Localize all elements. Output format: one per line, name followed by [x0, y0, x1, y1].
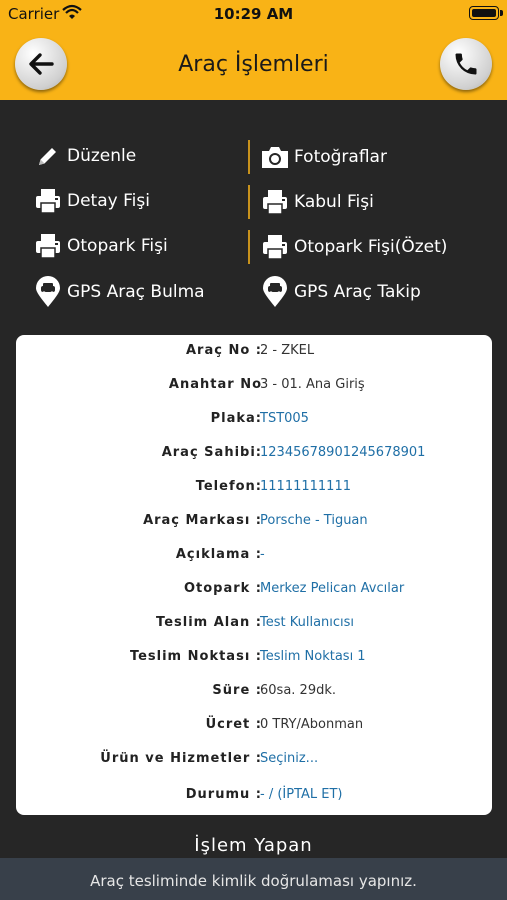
detail-row-otopark: Otopark : Merkez Pelican Avcılar: [16, 581, 492, 601]
parking-receipt-label: Otopark Fişi: [67, 236, 168, 256]
detail-row-arac-sahibi: Araç Sahibi: 12345678901245678901: [16, 445, 492, 465]
duration-value: 60sa. 29dk.: [260, 683, 337, 698]
detail-receipt-action[interactable]: Detay Fişi: [33, 183, 243, 219]
phone-icon: [455, 53, 477, 75]
detail-row-arac-no: Araç No : 2 - ZKEL: [16, 343, 492, 363]
printer-icon: [260, 187, 290, 217]
photos-action-label: Fotoğraflar: [294, 147, 387, 167]
map-pin-car-icon: [33, 276, 63, 307]
detail-label: Araç No :: [185, 343, 262, 358]
detail-label: Teslim Noktası :: [129, 649, 262, 664]
detail-row-durumu: Durumu : - / (İPTAL ET): [16, 787, 492, 807]
detail-label: Araç Markası :: [143, 513, 262, 528]
detail-receipt-label: Detay Fişi: [67, 191, 150, 211]
detail-label: Teslim Alan :: [156, 615, 262, 630]
detail-label: Telefon:: [195, 479, 262, 494]
divider: [248, 185, 250, 219]
detail-label: Anahtar No: [168, 377, 262, 392]
call-button[interactable]: [440, 38, 492, 90]
printer-icon: [33, 186, 63, 216]
detail-row-urun-hizmetler: Ürün ve Hizmetler : Seçiniz...: [16, 751, 492, 771]
detail-label: Araç Sahibi:: [161, 445, 262, 460]
printer-icon: [33, 231, 63, 261]
detail-label: Ücret :: [205, 717, 262, 732]
detail-row-arac-markasi: Araç Markası : Porsche - Tiguan: [16, 513, 492, 533]
detail-row-plaka: Plaka: TST005: [16, 411, 492, 431]
section-title: İşlem Yapan: [194, 835, 313, 856]
detail-row-sure: Süre : 60sa. 29dk.: [16, 683, 492, 703]
detail-row-ucret: Ücret : 0 TRY/Abonman: [16, 717, 492, 737]
parking-summary-receipt-label: Otopark Fişi(Özet): [294, 237, 448, 257]
detail-row-telefon: Telefon: 11111111111: [16, 479, 492, 499]
description-link[interactable]: -: [260, 547, 265, 562]
edit-action-label: Düzenle: [67, 146, 137, 166]
acceptance-receipt-label: Kabul Fişi: [294, 192, 374, 212]
detail-label: Otopark :: [183, 581, 262, 596]
detail-row-aciklama: Açıklama : -: [16, 547, 492, 567]
services-select-link[interactable]: Seçiniz...: [260, 751, 318, 766]
status-cancel-link[interactable]: - / (İPTAL ET): [260, 787, 343, 802]
gps-track-action[interactable]: GPS Araç Takip: [260, 274, 500, 310]
battery-icon: [469, 6, 503, 20]
divider: [248, 230, 250, 264]
gps-track-label: GPS Araç Takip: [294, 282, 421, 302]
status-bar: Carrier 10:29 AM: [0, 0, 507, 28]
status-time: 10:29 AM: [213, 5, 294, 23]
map-pin-car-icon: [260, 276, 290, 307]
detail-label: Süre :: [212, 683, 262, 698]
camera-icon: [260, 142, 290, 172]
detail-row-teslim-noktasi: Teslim Noktası : Teslim Noktası 1: [16, 649, 492, 669]
vehicle-details-card: Araç No : 2 - ZKEL Anahtar No 3 - 01. An…: [16, 335, 492, 815]
received-by-link[interactable]: Test Kullanıcısı: [260, 615, 354, 630]
brand-link[interactable]: Porsche - Tiguan: [260, 513, 368, 528]
detail-value: 3 - 01. Ana Giriş: [260, 377, 365, 392]
divider: [248, 140, 250, 174]
detail-row-teslim-alan: Teslim Alan : Test Kullanıcısı: [16, 615, 492, 635]
detail-label: Açıklama :: [175, 547, 262, 562]
detail-label: Ürün ve Hizmetler :: [100, 751, 262, 766]
detail-label: Durumu :: [185, 787, 262, 802]
detail-value: 2 - ZKEL: [260, 343, 315, 358]
page-title: Araç İşlemleri: [178, 52, 329, 77]
fee-value: 0 TRY/Abonman: [260, 717, 364, 732]
parking-receipt-action[interactable]: Otopark Fişi: [33, 228, 243, 264]
gps-find-label: GPS Araç Bulma: [67, 282, 205, 302]
edit-action[interactable]: Düzenle: [33, 138, 243, 174]
detail-row-anahtar-no: Anahtar No 3 - 01. Ana Giriş: [16, 377, 492, 397]
footer-banner: Araç tesliminde kimlik doğrulaması yapın…: [0, 858, 507, 900]
parking-link[interactable]: Merkez Pelican Avcılar: [260, 581, 404, 596]
photos-action[interactable]: Fotoğraflar: [260, 139, 500, 175]
plate-link[interactable]: TST005: [260, 411, 309, 426]
delivery-point-link[interactable]: Teslim Noktası 1: [260, 649, 366, 664]
pencil-icon: [33, 141, 63, 171]
nav-bar: Araç İşlemleri: [0, 28, 507, 100]
detail-label: Plaka:: [210, 411, 262, 426]
acceptance-receipt-action[interactable]: Kabul Fişi: [260, 184, 500, 220]
phone-link[interactable]: 11111111111: [260, 479, 351, 494]
owner-link[interactable]: 12345678901245678901: [260, 445, 425, 460]
parking-summary-receipt-action[interactable]: Otopark Fişi(Özet): [260, 229, 500, 265]
gps-find-action[interactable]: GPS Araç Bulma: [33, 274, 243, 310]
printer-icon: [260, 232, 290, 262]
